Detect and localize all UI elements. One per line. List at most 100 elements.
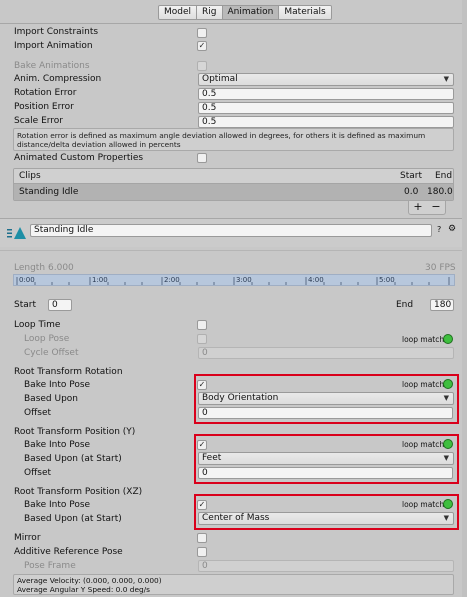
header-divider xyxy=(0,250,467,251)
chevron-down-icon: ▼ xyxy=(443,394,449,402)
timeline-ruler[interactable]: 0:00 1:00 2:00 3:00 4:00 5:00 xyxy=(13,274,455,286)
animated-custom-properties-checkbox[interactable] xyxy=(197,153,207,163)
loop-time-label: Loop Time xyxy=(14,320,61,330)
root-position-xz-bake-checkbox[interactable]: ✓ xyxy=(197,500,207,510)
scale-error-label: Scale Error xyxy=(14,116,64,126)
rotation-error-label: Rotation Error xyxy=(14,88,77,98)
root-rotation-based-value: Body Orientation xyxy=(202,393,279,403)
mirror-checkbox[interactable] xyxy=(197,533,207,543)
chevron-down-icon: ▼ xyxy=(443,454,449,462)
loop-match-indicator xyxy=(443,499,453,509)
position-error-input[interactable]: 0.5 xyxy=(198,102,454,114)
loop-match-indicator xyxy=(443,439,453,449)
average-angular-speed: Average Angular Y Speed: 0.0 deg/s xyxy=(17,585,151,594)
root-position-y-based-dropdown[interactable]: Feet ▼ xyxy=(198,452,454,465)
start-frame-input[interactable]: 0 xyxy=(48,299,72,311)
loop-time-checkbox[interactable] xyxy=(197,320,207,330)
clip-end: 180.0 xyxy=(427,187,453,197)
animation-clip-icon xyxy=(7,226,27,240)
root-position-y-based-label: Based Upon (at Start) xyxy=(24,454,122,464)
tabs-divider xyxy=(0,23,467,24)
chevron-down-icon: ▼ xyxy=(443,514,449,522)
loop-match-label: loop match xyxy=(402,380,445,389)
loop-match-label: loop match xyxy=(402,335,445,344)
bake-animations-checkbox xyxy=(197,61,207,71)
scale-error-input[interactable]: 0.5 xyxy=(198,116,454,128)
root-position-y-title: Root Transform Position (Y) xyxy=(14,427,136,437)
average-velocity: Average Velocity: (0.000, 0.000, 0.000) xyxy=(17,576,162,585)
additive-reference-pose-checkbox[interactable] xyxy=(197,547,207,557)
loop-match-label: loop match xyxy=(402,500,445,509)
root-position-y-bake-label: Bake Into Pose xyxy=(24,440,91,450)
clips-header: Clips Start End xyxy=(14,169,453,184)
loop-match-indicator xyxy=(443,379,453,389)
loop-match-indicator xyxy=(443,334,453,344)
root-rotation-offset-label: Offset xyxy=(24,408,52,418)
tab-model[interactable]: Model xyxy=(159,6,198,19)
length-label: Length xyxy=(14,263,46,273)
pose-frame-input: 0 xyxy=(198,560,454,572)
anim-compression-dropdown[interactable]: Optimal ▼ xyxy=(198,73,454,86)
root-rotation-title: Root Transform Rotation xyxy=(14,367,123,377)
position-error-label: Position Error xyxy=(14,102,74,112)
import-constraints-label: Import Constraints xyxy=(14,27,99,37)
root-rotation-bake-label: Bake Into Pose xyxy=(24,380,91,390)
tab-animation[interactable]: Animation xyxy=(222,6,280,19)
root-position-xz-bake-label: Bake Into Pose xyxy=(24,500,91,510)
root-position-xz-based-dropdown[interactable]: Center of Mass ▼ xyxy=(198,512,454,525)
end-frame-input[interactable]: 180 xyxy=(430,299,454,311)
add-clip-button[interactable]: + xyxy=(413,201,422,214)
chevron-down-icon: ▼ xyxy=(443,75,449,83)
compression-help-box: Rotation error is defined as maximum ang… xyxy=(13,128,454,151)
clips-header-label: Clips xyxy=(19,171,41,181)
cycle-offset-input: 0 xyxy=(198,347,454,359)
root-position-xz-based-label: Based Upon (at Start) xyxy=(24,514,122,524)
clip-start: 0.0 xyxy=(404,187,419,197)
timeline-tick: 4:00 xyxy=(308,276,324,284)
root-rotation-based-label: Based Upon xyxy=(24,394,78,404)
start-label: Start xyxy=(14,300,36,310)
root-position-xz-based-value: Center of Mass xyxy=(202,513,270,523)
motion-stats-box: Average Velocity: (0.000, 0.000, 0.000) … xyxy=(13,574,454,595)
animated-custom-properties-label: Animated Custom Properties xyxy=(14,153,144,163)
scrollbar[interactable] xyxy=(462,0,467,597)
loop-match-label: loop match xyxy=(402,440,445,449)
root-position-y-based-value: Feet xyxy=(202,453,222,463)
clip-add-remove: + − xyxy=(408,201,446,215)
bake-animations-label: Bake Animations xyxy=(14,61,90,71)
length-value: 6.000 xyxy=(48,263,74,273)
inspector-tabs: Model Rig Animation Materials xyxy=(158,5,332,20)
additive-reference-pose-label: Additive Reference Pose xyxy=(14,547,123,557)
fps-value: 30 FPS xyxy=(425,263,456,273)
gear-icon[interactable]: ⚙ xyxy=(448,224,456,234)
clip-name: Standing Idle xyxy=(19,187,79,197)
root-rotation-bake-checkbox[interactable]: ✓ xyxy=(197,380,207,390)
timeline-tick: 2:00 xyxy=(164,276,180,284)
root-rotation-based-dropdown[interactable]: Body Orientation ▼ xyxy=(198,392,454,405)
timeline-tick: 3:00 xyxy=(236,276,252,284)
clips-start-column: Start xyxy=(400,171,422,181)
root-position-y-bake-checkbox[interactable]: ✓ xyxy=(197,440,207,450)
import-animation-label: Import Animation xyxy=(14,41,93,51)
tab-rig[interactable]: Rig xyxy=(197,6,223,19)
end-label: End xyxy=(396,300,414,310)
clips-end-column: End xyxy=(435,171,453,181)
root-position-y-offset-label: Offset xyxy=(24,468,52,478)
import-constraints-checkbox[interactable] xyxy=(197,28,207,38)
clip-row[interactable]: Standing Idle 0.0 180.0 xyxy=(14,184,453,200)
rotation-error-input[interactable]: 0.5 xyxy=(198,88,454,100)
pose-frame-label: Pose Frame xyxy=(24,561,76,571)
root-position-y-offset-input[interactable]: 0 xyxy=(198,467,453,479)
clips-list: Clips Start End Standing Idle 0.0 180.0 xyxy=(13,168,454,201)
loop-pose-label: Loop Pose xyxy=(24,334,70,344)
tab-materials[interactable]: Materials xyxy=(279,6,331,19)
help-icon[interactable]: ? xyxy=(437,225,441,234)
clip-name-input[interactable]: Standing Idle xyxy=(30,224,432,237)
anim-compression-value: Optimal xyxy=(202,74,238,84)
timeline-tick: 0:00 xyxy=(19,276,35,284)
root-rotation-offset-input[interactable]: 0 xyxy=(198,407,453,419)
root-position-xz-title: Root Transform Position (XZ) xyxy=(14,487,143,497)
anim-compression-label: Anim. Compression xyxy=(14,74,102,84)
remove-clip-button[interactable]: − xyxy=(431,201,440,214)
import-animation-checkbox[interactable]: ✓ xyxy=(197,41,207,51)
